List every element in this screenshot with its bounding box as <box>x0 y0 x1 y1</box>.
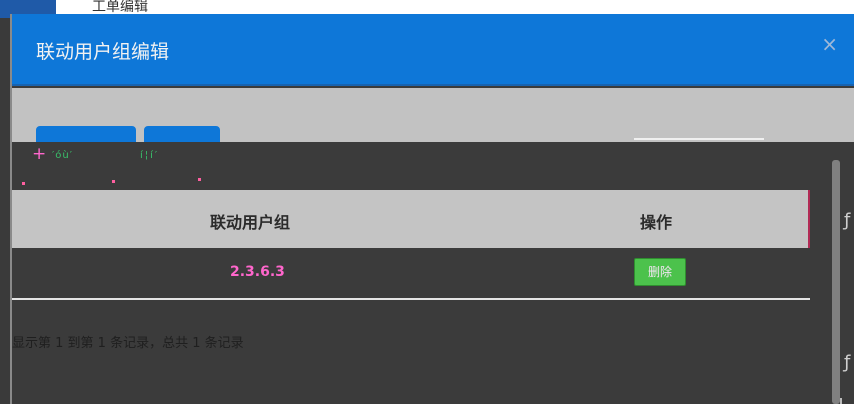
dialog-header: 联动用户组编辑 × <box>12 14 854 86</box>
table-header: 联动用户组 操作 <box>12 190 810 248</box>
search-input[interactable] <box>634 138 764 140</box>
column-header-linkage-group[interactable]: 联动用户组 <box>210 209 290 233</box>
dialog-title: 联动用户组编辑 <box>36 41 170 63</box>
scrollbar[interactable] <box>832 160 840 404</box>
edge-glyph: ƒ <box>844 352 851 373</box>
toolbar <box>12 88 854 142</box>
artifact-dot <box>198 178 201 181</box>
artifact-dot <box>112 180 115 183</box>
linkage-group-cell: 2.3.6.3 <box>230 264 285 280</box>
table-row: 2.3.6.3 删除 <box>12 248 810 300</box>
toolbar-button-2[interactable] <box>144 126 220 142</box>
delete-button[interactable]: 删除 <box>634 258 686 286</box>
artifact-dot <box>22 182 25 185</box>
add-button[interactable] <box>36 126 136 142</box>
toolbar-label-1: ′óù′ <box>52 150 73 161</box>
resize-handle-icon[interactable] <box>840 398 852 404</box>
pagination-info: 显示第 1 到第 1 条记录，总共 1 条记录 <box>12 336 244 351</box>
linkage-group-edit-dialog: 联动用户组编辑 × + ′óù′ í¦í′ 联动用户组 操作 2.3.6.3 删… <box>10 14 854 404</box>
column-header-action: 操作 <box>640 213 673 232</box>
plus-icon: + <box>32 144 47 164</box>
close-icon[interactable]: × <box>821 34 838 54</box>
edge-glyph: ƒ <box>844 210 851 231</box>
toolbar-label-2: í¦í′ <box>140 150 160 161</box>
toolbar-labels: + ′óù′ í¦í′ <box>20 144 320 186</box>
